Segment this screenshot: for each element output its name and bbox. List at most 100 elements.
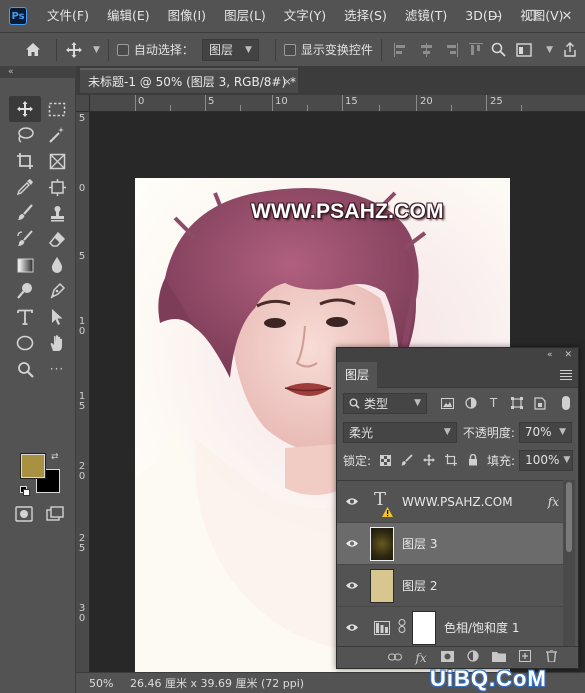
pen-tool-icon[interactable]: [41, 278, 73, 304]
layer-mask-thumbnail[interactable]: [412, 610, 436, 645]
blend-mode-dropdown[interactable]: 柔光 ▼: [343, 421, 457, 443]
magic-wand-tool-icon[interactable]: [41, 122, 73, 148]
link-layers-icon[interactable]: [388, 651, 402, 664]
move-tool-icon[interactable]: [9, 96, 41, 122]
close-tab-icon[interactable]: ×: [283, 75, 292, 88]
lock-transparent-icon[interactable]: [379, 454, 391, 466]
document-tab[interactable]: 未标题-1 @ 50% (图层 3, RGB/8#) * ×: [80, 68, 298, 93]
zoom-tool-icon[interactable]: [9, 356, 41, 382]
opacity-label: 不透明度:: [462, 425, 515, 440]
ruler-label: 5: [208, 96, 215, 107]
layers-tab[interactable]: 图层: [337, 361, 378, 388]
home-icon[interactable]: [18, 42, 48, 57]
mask-icon[interactable]: [440, 650, 454, 665]
foreground-color-swatch[interactable]: [20, 453, 46, 479]
quick-mask-icon[interactable]: [15, 506, 33, 525]
link-icon[interactable]: [398, 619, 406, 636]
lasso-tool-icon[interactable]: [9, 122, 41, 148]
collapse-panel-icon[interactable]: «: [547, 350, 553, 360]
menu-edit[interactable]: 编辑(E): [97, 0, 158, 32]
adjustment-filter-icon[interactable]: [464, 397, 477, 410]
lock-position-icon[interactable]: [423, 454, 436, 466]
scroll-thumb[interactable]: [566, 482, 572, 552]
layer-filter-dropdown[interactable]: 类型 ▼: [343, 392, 427, 414]
layer-row[interactable]: 图层 3: [337, 523, 563, 565]
minimize-button[interactable]: —: [477, 0, 513, 32]
blur-tool-icon[interactable]: [41, 252, 73, 278]
visibility-eye-icon[interactable]: [337, 623, 367, 632]
align-top-icon[interactable]: [468, 42, 483, 57]
stamp-tool-icon[interactable]: [41, 200, 73, 226]
gradient-tool-icon[interactable]: [9, 252, 41, 278]
folder-icon[interactable]: [492, 651, 506, 665]
shape-filter-icon[interactable]: [510, 397, 523, 410]
fill-input[interactable]: 100% ▼: [519, 449, 574, 471]
move-tool-preset-icon[interactable]: ▼: [65, 41, 100, 59]
layers-scrollbar[interactable]: [563, 480, 575, 648]
menu-filter[interactable]: 滤镜(T): [395, 0, 455, 32]
type-tool-icon[interactable]: [9, 304, 41, 330]
visibility-eye-icon[interactable]: [337, 581, 367, 590]
lock-all-icon[interactable]: [467, 454, 479, 466]
filter-icons: T: [441, 396, 570, 410]
fx-icon[interactable]: fx: [548, 495, 559, 509]
show-transform-checkbox[interactable]: [283, 43, 296, 56]
divider: [380, 38, 382, 61]
collapse-icon[interactable]: «: [0, 66, 76, 78]
pixel-filter-icon[interactable]: [441, 397, 454, 410]
restore-button[interactable]: ❐: [513, 0, 549, 32]
hand-tool-icon[interactable]: [41, 330, 73, 356]
filter-type-value: 类型: [364, 396, 389, 411]
menu-type[interactable]: 文字(Y): [274, 0, 334, 32]
document-info[interactable]: 26.46 厘米 x 39.69 厘米 (72 ppi): [116, 675, 304, 691]
auto-select-checkbox[interactable]: [116, 43, 129, 56]
history-brush-tool-icon[interactable]: [9, 226, 41, 252]
screen-mode-icon[interactable]: [46, 506, 64, 525]
align-left-icon[interactable]: [393, 42, 408, 57]
default-colors-icon[interactable]: [20, 485, 30, 496]
layer-row[interactable]: 图层 2: [337, 565, 563, 607]
align-center-icon[interactable]: [419, 42, 433, 57]
zoom-level[interactable]: 50%: [76, 677, 116, 690]
workspace-icon[interactable]: [516, 42, 532, 57]
swap-colors-icon[interactable]: ⇄: [51, 452, 59, 462]
trash-icon[interactable]: [544, 649, 558, 665]
filter-toggle[interactable]: [562, 396, 570, 410]
menu-file[interactable]: 文件(F): [37, 0, 97, 32]
new-layer-icon[interactable]: [518, 650, 532, 665]
close-panel-icon[interactable]: ✕: [564, 350, 572, 360]
brush-tool-icon[interactable]: [9, 200, 41, 226]
frame-select-tool-icon[interactable]: [41, 174, 73, 200]
search-icon[interactable]: [491, 42, 506, 57]
ellipse-tool-icon[interactable]: [9, 330, 41, 356]
layer-row[interactable]: T WWW.PSAHZ.COM fx: [337, 481, 563, 523]
eyedropper-tool-icon[interactable]: [9, 174, 41, 200]
share-icon[interactable]: [563, 42, 577, 57]
smart-object-filter-icon[interactable]: [533, 396, 546, 410]
fx-icon[interactable]: fx: [414, 651, 428, 665]
auto-select-dropdown[interactable]: 图层 ▼: [201, 38, 259, 61]
align-right-icon[interactable]: [444, 42, 458, 57]
visibility-eye-icon[interactable]: [337, 539, 367, 548]
marquee-tool-icon[interactable]: [41, 96, 73, 122]
frame-tool-icon[interactable]: [41, 148, 73, 174]
chevron-down-icon: ▼: [244, 44, 252, 55]
layer-row[interactable]: 色相/饱和度 1: [337, 607, 563, 648]
lock-artboard-icon[interactable]: [445, 454, 458, 466]
menu-image[interactable]: 图像(I): [158, 0, 214, 32]
type-filter-icon[interactable]: T: [487, 396, 500, 410]
more-tools-icon[interactable]: ···: [41, 356, 73, 382]
menu-layer[interactable]: 图层(L): [214, 0, 274, 32]
adjustment-icon[interactable]: [466, 650, 480, 665]
crop-tool-icon[interactable]: [9, 148, 41, 174]
eraser-tool-icon[interactable]: [41, 226, 73, 252]
menu-select[interactable]: 选择(S): [334, 0, 395, 32]
chevron-down-icon: ▼: [93, 44, 100, 55]
close-button[interactable]: ✕: [549, 0, 585, 32]
panel-menu-icon[interactable]: [560, 368, 572, 382]
lock-pixels-icon[interactable]: [401, 454, 413, 466]
path-select-tool-icon[interactable]: [41, 304, 73, 330]
visibility-eye-icon[interactable]: [337, 497, 367, 506]
dodge-tool-icon[interactable]: [9, 278, 41, 304]
opacity-input[interactable]: 70% ▼: [518, 421, 572, 443]
